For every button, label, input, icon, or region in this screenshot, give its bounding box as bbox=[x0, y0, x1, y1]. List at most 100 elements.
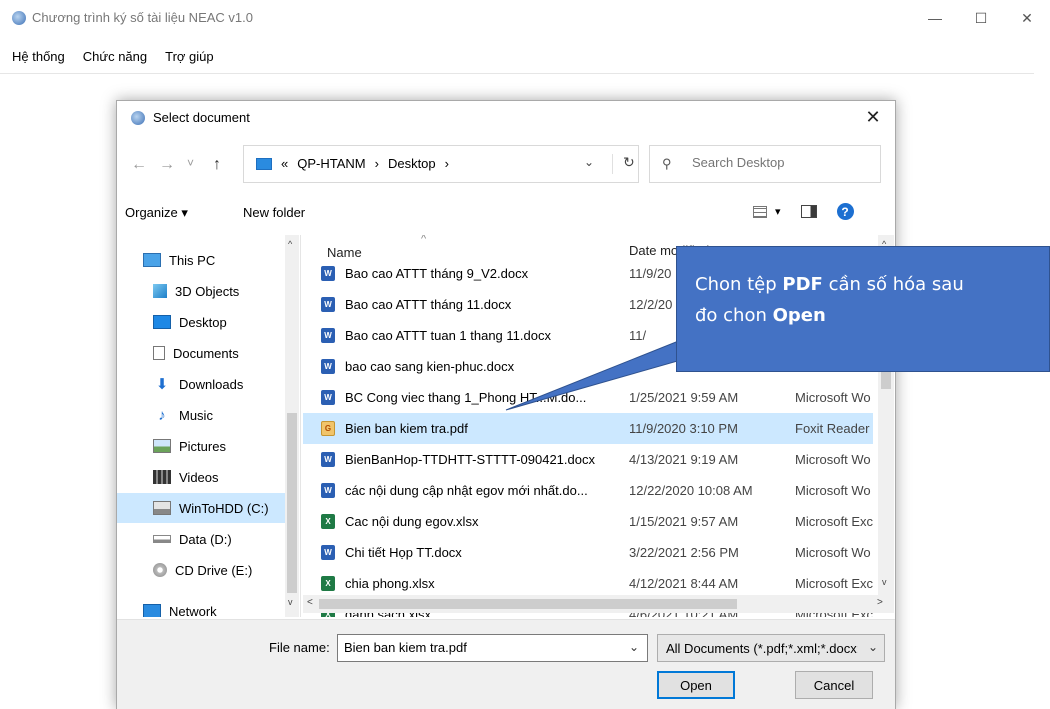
file-type-select[interactable]: All Documents (*.pdf;*.xml;*.docx;*.xlsx… bbox=[657, 634, 885, 662]
file-name-input[interactable] bbox=[344, 640, 614, 655]
file-name: BC Cong viec thang 1_Phong HT...M.do... bbox=[345, 390, 587, 405]
menu-bar: Hệ thống Chức năng Trợ giúp bbox=[0, 40, 1034, 74]
chevron-down-icon[interactable]: ⌄ bbox=[629, 640, 639, 654]
scrollbar-thumb[interactable] bbox=[287, 413, 297, 593]
dialog-title-bar: Select document bbox=[131, 110, 250, 125]
cancel-button[interactable]: Cancel bbox=[795, 671, 873, 699]
breadcrumb-qp-htanm[interactable]: QP-HTANM bbox=[297, 156, 365, 171]
file-date: 11/ bbox=[629, 328, 647, 343]
breadcrumb-separator[interactable]: › bbox=[375, 156, 379, 171]
breadcrumb-overflow[interactable]: « bbox=[281, 156, 288, 171]
organize-button[interactable]: Organize ▾ bbox=[125, 205, 188, 221]
breadcrumb-desktop[interactable]: Desktop bbox=[388, 156, 436, 171]
nav-item-music[interactable]: ♪ Music bbox=[117, 400, 285, 430]
chevron-down-icon: ▾ bbox=[775, 206, 781, 218]
file-name: chia phong.xlsx bbox=[345, 576, 435, 591]
file-list-horizontal-scrollbar[interactable]: < > bbox=[303, 595, 894, 613]
file-row[interactable]: W Chi tiết Họp TT.docx 3/22/2021 2:56 PM… bbox=[303, 537, 873, 568]
nav-item-label: Network bbox=[169, 603, 217, 618]
video-icon bbox=[153, 470, 171, 484]
file-type: Microsoft Exc bbox=[795, 514, 874, 529]
scroll-left-icon[interactable]: < bbox=[307, 597, 313, 608]
callout-line-2: đo chon Open bbox=[695, 300, 1049, 331]
file-row-selected[interactable]: G Bien ban kiem tra.pdf 11/9/2020 3:10 P… bbox=[303, 413, 873, 444]
nav-item-cd-drive-e[interactable]: CD Drive (E:) bbox=[117, 555, 285, 585]
nav-item-downloads[interactable]: ⬇ Downloads bbox=[117, 369, 285, 399]
nav-item-3d-objects[interactable]: 3D Objects bbox=[117, 276, 285, 306]
file-type-value: All Documents (*.pdf;*.xml;*.docx;*.xlsx… bbox=[666, 641, 858, 656]
drive-icon bbox=[153, 501, 171, 515]
file-type: Foxit Reader bbox=[795, 421, 870, 436]
dialog-title: Select document bbox=[153, 110, 250, 125]
file-date: 1/15/2021 9:57 AM bbox=[629, 514, 739, 529]
pictures-icon bbox=[153, 439, 171, 453]
file-name: Bien ban kiem tra.pdf bbox=[345, 421, 468, 436]
file-type: Microsoft Wo bbox=[795, 390, 871, 405]
scroll-up-icon[interactable]: ^ bbox=[288, 239, 292, 249]
dialog-close-button[interactable]: ✕ bbox=[861, 107, 885, 128]
nav-item-wintohdd-c[interactable]: WinToHDD (C:) bbox=[117, 493, 285, 523]
file-type: Microsoft Wo bbox=[795, 545, 871, 560]
open-button[interactable]: Open bbox=[657, 671, 735, 699]
word-document-icon: W bbox=[321, 452, 335, 467]
dialog-footer: File name: ⌄ All Documents (*.pdf;*.xml;… bbox=[117, 619, 895, 709]
file-name: Bao cao ATTT tuan 1 thang 11.docx bbox=[345, 328, 551, 343]
nav-item-network[interactable]: Network bbox=[117, 596, 285, 617]
word-document-icon: W bbox=[321, 359, 335, 374]
file-name-combobox[interactable]: ⌄ bbox=[337, 634, 648, 662]
drive-icon bbox=[153, 535, 171, 543]
search-input[interactable] bbox=[692, 155, 872, 170]
navigation-pane: This PC 3D Objects Desktop Documents ⬇ D… bbox=[117, 235, 301, 617]
refresh-icon[interactable]: ↻ bbox=[612, 154, 635, 174]
word-document-icon: W bbox=[321, 545, 335, 560]
nav-item-data-d[interactable]: Data (D:) bbox=[117, 524, 285, 554]
maximize-button[interactable]: ☐ bbox=[958, 0, 1004, 36]
back-arrow-icon[interactable]: ← bbox=[131, 156, 147, 174]
scrollbar-thumb[interactable] bbox=[319, 599, 737, 609]
callout-text: đo chon bbox=[695, 305, 773, 326]
callout-text: Chon tệp bbox=[695, 274, 783, 295]
cd-drive-icon bbox=[153, 563, 167, 577]
close-button[interactable]: ✕ bbox=[1004, 0, 1050, 36]
dialog-logo-icon bbox=[131, 110, 145, 125]
preview-pane-icon[interactable] bbox=[800, 205, 817, 218]
nav-item-label: Documents bbox=[173, 345, 239, 361]
help-icon[interactable]: ? bbox=[836, 203, 854, 220]
word-document-icon: W bbox=[321, 297, 335, 312]
nav-item-videos[interactable]: Videos bbox=[117, 462, 285, 492]
nav-item-desktop[interactable]: Desktop bbox=[117, 307, 285, 337]
search-box[interactable]: ⚲ bbox=[649, 145, 881, 183]
file-row[interactable]: W BC Cong viec thang 1_Phong HT...M.do..… bbox=[303, 382, 873, 413]
menu-chuc-nang[interactable]: Chức năng bbox=[83, 49, 147, 64]
file-row[interactable]: W các nội dung cập nhật egov mới nhất.do… bbox=[303, 475, 873, 506]
scroll-down-icon[interactable]: v bbox=[288, 597, 293, 607]
scroll-down-icon[interactable]: v bbox=[882, 577, 887, 587]
pdf-document-icon: G bbox=[321, 421, 335, 436]
nav-item-pictures[interactable]: Pictures bbox=[117, 431, 285, 461]
recent-locations-icon[interactable]: ˅ bbox=[187, 156, 194, 170]
chevron-down-icon[interactable]: ⌄ bbox=[584, 155, 594, 169]
file-row[interactable]: X Cac nội dung egov.xlsx 1/15/2021 9:57 … bbox=[303, 506, 873, 537]
file-row[interactable]: W BienBanHop-TTDHTT-STTTT-090421.docx 4/… bbox=[303, 444, 873, 475]
file-name: BienBanHop-TTDHTT-STTTT-090421.docx bbox=[345, 452, 595, 467]
forward-arrow-icon[interactable]: → bbox=[159, 156, 175, 174]
file-name-label: File name: bbox=[269, 640, 330, 655]
desktop-icon bbox=[153, 315, 171, 329]
file-date: 12/22/2020 10:08 AM bbox=[629, 483, 753, 498]
address-bar[interactable]: « QP-HTANM › Desktop › ⌄ ↻ bbox=[243, 145, 639, 183]
new-folder-button[interactable]: New folder bbox=[243, 205, 305, 220]
scroll-right-icon[interactable]: > bbox=[877, 597, 883, 608]
nav-scrollbar[interactable]: ^ v bbox=[285, 235, 299, 617]
nav-item-this-pc[interactable]: This PC bbox=[117, 245, 285, 275]
menu-he-thong[interactable]: Hệ thống bbox=[12, 49, 65, 64]
callout-emphasis: PDF bbox=[782, 274, 823, 295]
breadcrumb-separator[interactable]: › bbox=[445, 156, 449, 171]
nav-item-label: Desktop bbox=[179, 314, 227, 330]
change-view-button[interactable]: ▾ bbox=[753, 205, 781, 218]
breadcrumb: « QP-HTANM › Desktop › bbox=[256, 156, 449, 171]
nav-item-documents[interactable]: Documents bbox=[117, 338, 285, 368]
minimize-button[interactable]: — bbox=[912, 0, 958, 36]
folder-icon bbox=[256, 157, 272, 170]
up-arrow-icon[interactable]: ↑ bbox=[213, 156, 221, 174]
menu-tro-giup[interactable]: Trợ giúp bbox=[165, 49, 214, 64]
